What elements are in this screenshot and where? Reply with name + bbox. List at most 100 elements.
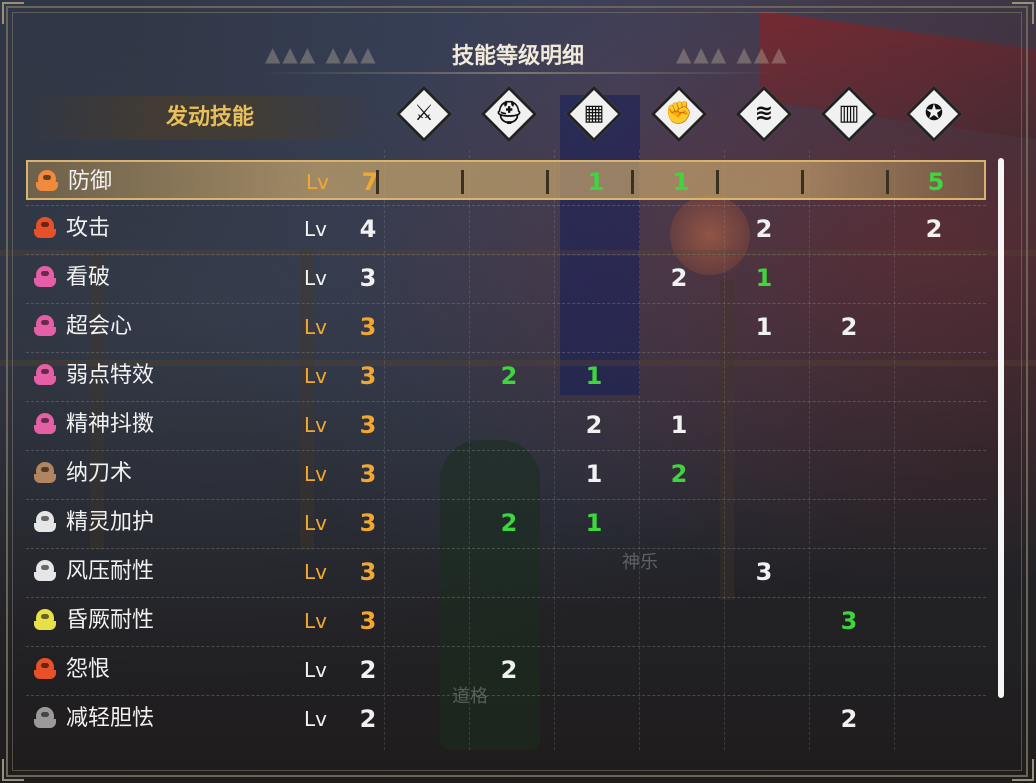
slot-points-talisman [914, 503, 954, 543]
skill-row[interactable]: 精灵加护 Lv 3 2 1 [26, 503, 986, 543]
gauntlet-icon: ✊ [650, 85, 708, 143]
skill-row[interactable]: 看破 Lv 3 2 1 [26, 258, 986, 298]
slot-points-talisman [914, 699, 954, 739]
skill-level: 3 [359, 313, 377, 341]
slot-points-chest [574, 307, 614, 347]
slot-points-head [489, 601, 529, 641]
slot-points-legs [829, 650, 869, 690]
slot-points-legs [829, 356, 869, 396]
skill-name: 昏厥耐性 [66, 608, 155, 633]
slot-points-arms [659, 552, 699, 592]
skill-row[interactable]: 昏厥耐性 Lv 3 3 [26, 601, 986, 641]
slot-points-chest: 1 [585, 362, 603, 390]
slot-points-talisman [914, 356, 954, 396]
level-label: Lv [304, 266, 327, 290]
skill-row[interactable]: 攻击 Lv 4 2 2 [26, 209, 986, 249]
slot-points-weapon [404, 650, 444, 690]
skill-name: 防御 [68, 169, 113, 194]
skill-level: 3 [359, 460, 377, 488]
slot-points-chest [574, 601, 614, 641]
slot-points-legs: 2 [840, 313, 858, 341]
slot-points-arms [659, 356, 699, 396]
coil-icon: ≋ [735, 85, 793, 143]
selected-row-separator [886, 170, 889, 194]
selected-row-separator [801, 170, 804, 194]
slot-points-waist: 3 [755, 558, 773, 586]
slot-points-head [489, 307, 529, 347]
frame-corner [1012, 759, 1034, 781]
skill-row[interactable]: 减轻胆怯 Lv 2 2 [26, 699, 986, 739]
level-label: Lv [304, 609, 327, 633]
slot-points-waist [744, 503, 784, 543]
slot-points-weapon [404, 405, 444, 445]
slot-points-legs: 2 [840, 705, 858, 733]
slot-points-head: 2 [500, 362, 518, 390]
skill-level: 3 [359, 362, 377, 390]
slot-points-waist: 2 [755, 215, 773, 243]
skill-level: 4 [359, 215, 377, 243]
skill-gem-icon [34, 462, 56, 484]
skill-row[interactable]: 防御 Lv 7 1 1 5 [26, 160, 986, 200]
slot-points-head [489, 405, 529, 445]
slot-points-weapon [404, 209, 444, 249]
selected-row-separator [546, 170, 549, 194]
level-label: Lv [304, 217, 327, 241]
skill-name: 减轻胆怯 [66, 706, 155, 731]
slot-points-waist [746, 162, 786, 202]
skill-row[interactable]: 怨恨 Lv 2 2 [26, 650, 986, 690]
skill-level: 3 [359, 607, 377, 635]
slot-points-chest [574, 209, 614, 249]
slot-points-chest: 2 [585, 411, 603, 439]
skill-level: 3 [359, 558, 377, 586]
skill-name: 看破 [66, 265, 111, 290]
skill-row[interactable]: 风压耐性 Lv 3 3 [26, 552, 986, 592]
slot-points-weapon [404, 503, 444, 543]
skill-row[interactable]: 弱点特效 Lv 3 2 1 [26, 356, 986, 396]
chest-armor-icon: ▦ [565, 85, 623, 143]
slot-points-weapon [404, 699, 444, 739]
helmet-icon: ⛑ [480, 85, 538, 143]
level-label: Lv [304, 462, 327, 486]
skill-level: 2 [359, 705, 377, 733]
slot-points-chest [574, 258, 614, 298]
slot-points-arms [659, 503, 699, 543]
slot-points-head [489, 454, 529, 494]
skill-name: 精神抖擞 [66, 412, 155, 437]
skill-row[interactable]: 超会心 Lv 3 1 2 [26, 307, 986, 347]
slot-points-legs [829, 405, 869, 445]
row-divider [26, 646, 986, 647]
slot-points-waist: 1 [755, 264, 773, 292]
skill-name: 精灵加护 [66, 510, 155, 535]
skill-row[interactable]: 精神抖擞 Lv 3 2 1 [26, 405, 986, 445]
skill-level: 3 [359, 411, 377, 439]
row-divider [26, 695, 986, 696]
skill-name: 纳刀术 [66, 461, 133, 486]
slot-points-chest [574, 699, 614, 739]
frame-corner [2, 2, 24, 24]
skill-name: 怨恨 [66, 657, 111, 682]
scrollbar[interactable] [998, 158, 1004, 698]
slot-points-legs [831, 162, 871, 202]
slot-points-legs [829, 258, 869, 298]
level-label: Lv [304, 511, 327, 535]
row-divider [26, 352, 986, 353]
slot-points-head [489, 209, 529, 249]
skill-gem-icon [34, 609, 56, 631]
row-divider [26, 450, 986, 451]
slot-points-waist [744, 405, 784, 445]
level-label: Lv [304, 413, 327, 437]
skill-row[interactable]: 纳刀术 Lv 3 1 2 [26, 454, 986, 494]
slot-points-waist [744, 601, 784, 641]
skill-gem-icon [34, 266, 56, 288]
skill-level: 3 [359, 264, 377, 292]
level-label: Lv [304, 364, 327, 388]
skill-gem-icon [34, 413, 56, 435]
slot-points-talisman: 2 [925, 215, 943, 243]
slot-points-weapon [404, 258, 444, 298]
slot-points-arms [659, 650, 699, 690]
level-label: Lv [304, 658, 327, 682]
slot-points-head: 2 [500, 509, 518, 537]
skill-gem-icon [34, 315, 56, 337]
row-divider [26, 205, 986, 206]
talisman-icon: ✪ [905, 85, 963, 143]
